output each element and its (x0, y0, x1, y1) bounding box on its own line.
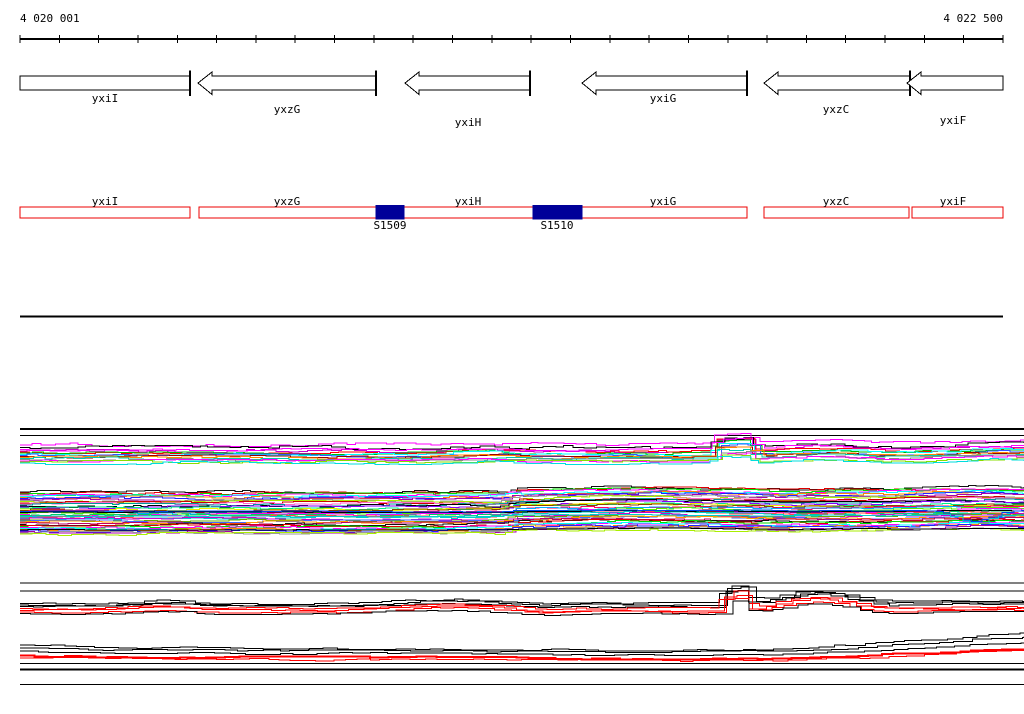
band-main-dense (20, 485, 1024, 536)
annotation-label-yxiH: yxiH (454, 195, 482, 208)
segment-label-S1509: S1509 (373, 219, 407, 232)
gene-label-yxiG: yxiG (649, 92, 677, 105)
genome-browser-canvas (19, 35, 1024, 685)
expression-tracks (20, 428, 1024, 685)
track-boundary-mid (20, 582, 1024, 592)
gene-label-yxiI: yxiI (91, 92, 119, 105)
annotation-label-yxiG: yxiG (649, 195, 677, 208)
gene-box-3[interactable] (911, 206, 1004, 219)
gene-box-2[interactable] (763, 206, 910, 219)
annotation-label-yxiI: yxiI (91, 195, 119, 208)
segment-box-S1509[interactable] (375, 205, 405, 220)
band-upper-sparse (20, 433, 1024, 465)
gene-label-yxiF: yxiF (939, 114, 967, 127)
ruler-end-label: 4 022 500 (943, 12, 1003, 25)
gene-box-0[interactable] (19, 206, 191, 219)
track-boundary-bottom (20, 663, 1024, 685)
gene-arrow-yxzG[interactable] (197, 70, 377, 96)
gene-label-yxzG: yxzG (273, 103, 301, 116)
genome-browser: 4 020 001 4 022 500 yxiI yxzG yxiH yxiG … (0, 0, 1024, 714)
annotation-track (19, 205, 1004, 220)
band-black-red-upper (20, 585, 1024, 616)
segment-box-S1510[interactable] (532, 205, 583, 220)
gene-arrow-yxzC[interactable] (763, 70, 911, 96)
track-boundary-top (20, 428, 1024, 436)
annotation-label-yxzG: yxzG (273, 195, 301, 208)
gene-arrow-yxiI[interactable] (19, 75, 191, 91)
expression-line (20, 642, 1024, 656)
annotation-label-yxiF: yxiF (939, 195, 967, 208)
gene-arrow-track (19, 70, 1004, 96)
annotation-label-yxzC: yxzC (822, 195, 850, 208)
expression-line (20, 632, 1024, 652)
coordinate-ruler (19, 35, 1004, 43)
gene-arrow-yxiH[interactable] (404, 70, 531, 96)
band-black-red-lower (20, 632, 1024, 662)
expression-line (20, 590, 1024, 608)
ruler-start-label: 4 020 001 (20, 12, 80, 25)
expression-line (20, 586, 1024, 607)
expression-line (20, 585, 1024, 605)
gene-label-yxiH: yxiH (454, 116, 482, 129)
gene-arrow-yxiF[interactable] (906, 70, 1004, 96)
gene-label-yxzC: yxzC (822, 103, 850, 116)
segment-label-S1510: S1510 (540, 219, 574, 232)
gene-box-1[interactable] (198, 206, 748, 219)
